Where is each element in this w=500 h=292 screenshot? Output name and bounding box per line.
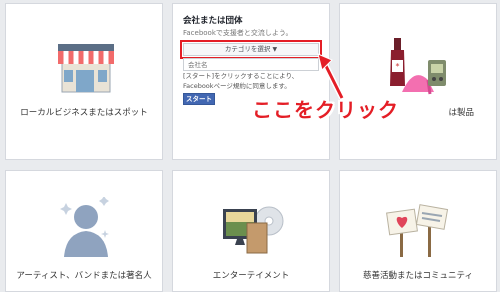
terms-text: [スタート]をクリックすることにより、Facebookページ規約に同意します。	[183, 72, 299, 90]
storefront-icon	[58, 44, 114, 93]
form-subtitle: Facebookで支援者と交流しよう。	[183, 29, 293, 37]
card-entertainment[interactable]: エンターテイメント	[172, 170, 330, 292]
card-cause-community[interactable]: 慈善活動またはコミュニティ	[339, 170, 497, 292]
signs-icon	[386, 204, 449, 257]
card-cause-community-label: 慈善活動またはコミュニティ	[363, 271, 473, 281]
media-icon	[223, 206, 284, 254]
svg-text:*: *	[396, 62, 400, 71]
card-local-business[interactable]: ローカルビジネスまたはスポット	[5, 3, 163, 160]
silhouette-icon	[60, 197, 109, 257]
card-artist[interactable]: アーティスト、バンドまたは著名人	[5, 170, 163, 292]
card-company-form: 会社または団体 Facebookで支援者と交流しよう。 カテゴリを選択 ▼ [ス…	[172, 3, 330, 160]
products-icon: *	[390, 38, 446, 95]
click-here-annotation: ここをクリック	[252, 98, 399, 122]
card-entertainment-label: エンターテイメント	[212, 271, 290, 281]
card-local-business-label: ローカルビジネスまたはスポット	[20, 108, 148, 118]
company-name-input[interactable]	[183, 58, 319, 71]
card-brand-product[interactable]: * は製品	[339, 3, 497, 160]
card-brand-product-label: は製品	[448, 108, 474, 118]
start-button[interactable]: スタート	[183, 93, 215, 105]
card-artist-label: アーティスト、バンドまたは著名人	[16, 271, 152, 281]
form-title: 会社または団体	[183, 16, 243, 26]
highlight-box	[180, 40, 322, 59]
